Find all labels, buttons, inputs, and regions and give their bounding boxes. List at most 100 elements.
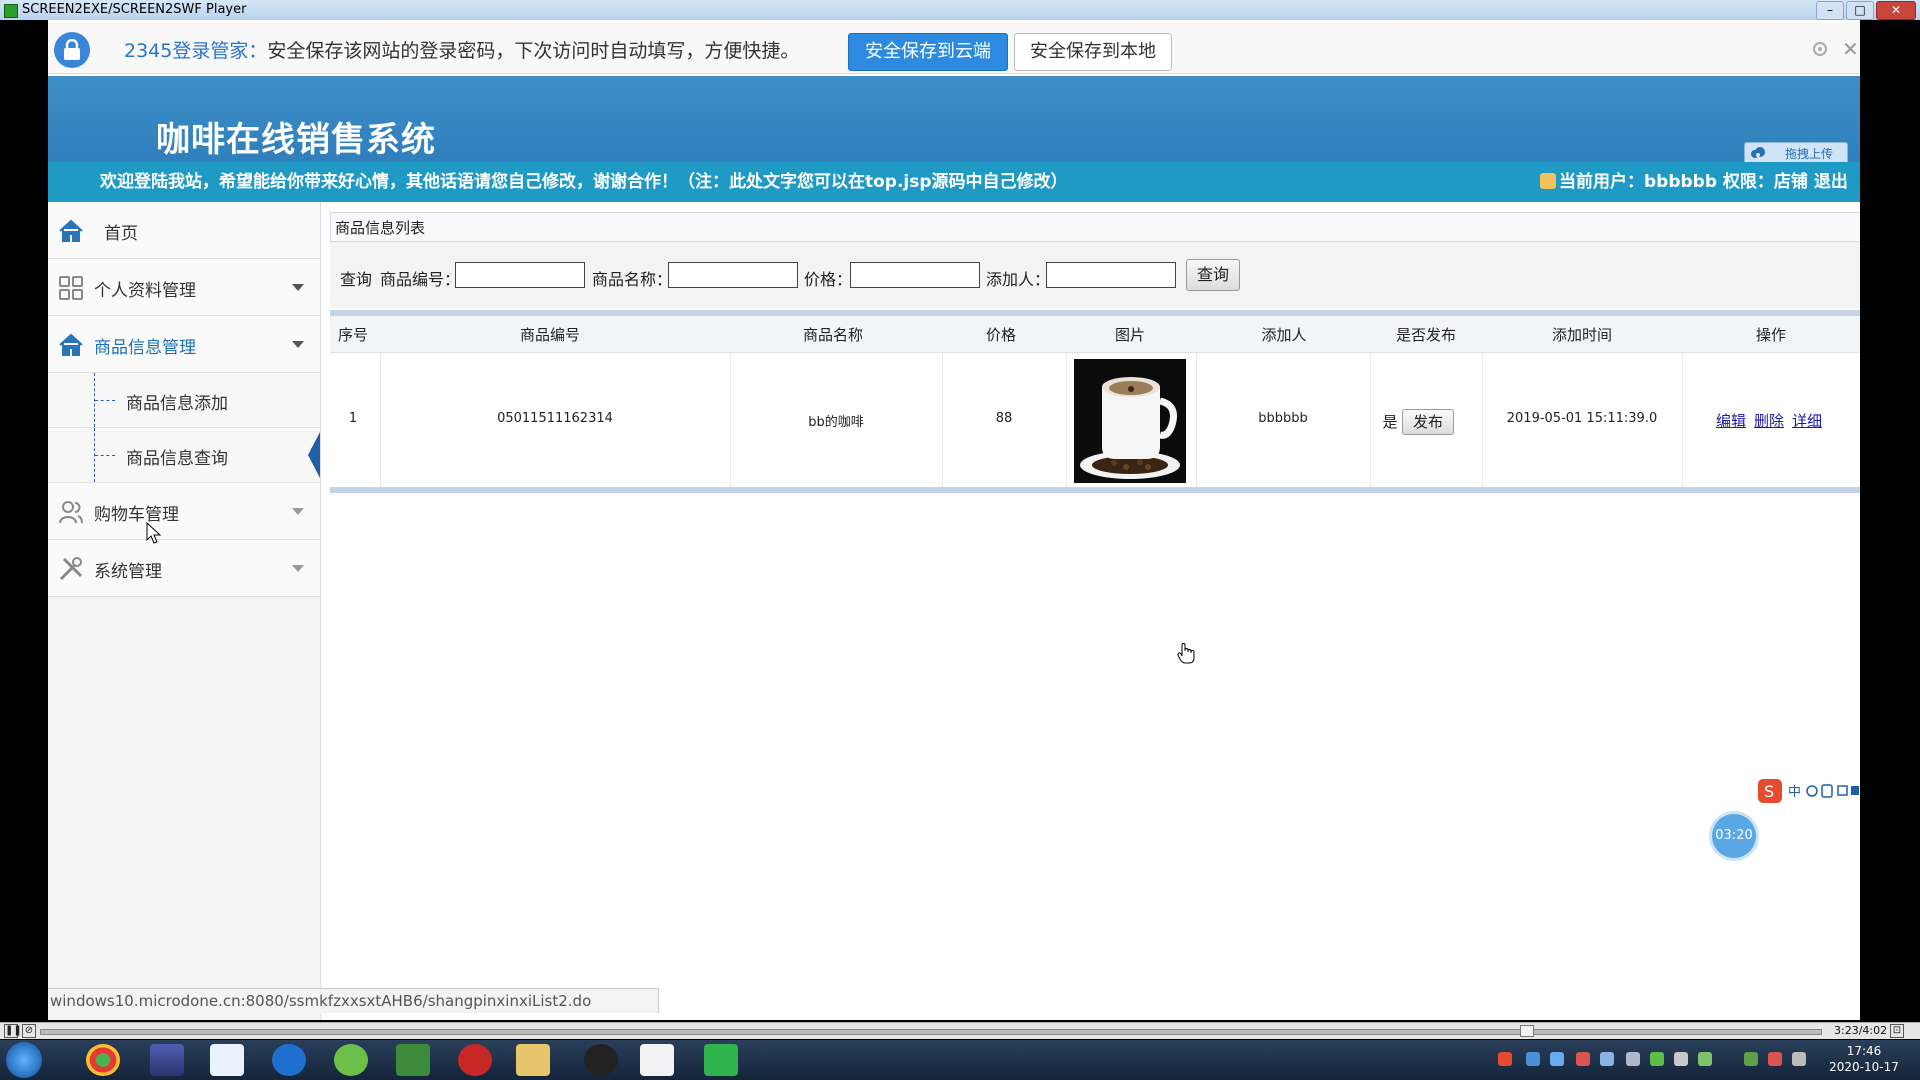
minimize-button[interactable]: – xyxy=(1816,1,1844,20)
sidebar-item-products[interactable]: 商品信息管理 xyxy=(48,316,320,373)
sidebar-item-profile[interactable]: 个人资料管理 xyxy=(48,259,320,316)
column-header: 价格 xyxy=(985,326,1016,344)
notify-text: 安全保存该网站的登录密码，下次访问时自动填写，方便快捷。 xyxy=(267,40,800,62)
password-manager-bar: 2345登录管家：安全保存该网站的登录密码，下次访问时自动填写，方便快捷。 安全… xyxy=(48,23,1860,74)
chrome-icon[interactable] xyxy=(86,1044,120,1076)
stop-button[interactable]: ⊘ xyxy=(22,1024,36,1038)
maximize-button[interactable]: □ xyxy=(1846,1,1874,20)
notification-icon[interactable] xyxy=(1792,1052,1806,1066)
sidebar-subitem-label: 商品信息添加 xyxy=(126,394,228,414)
wechat-icon[interactable] xyxy=(640,1044,674,1076)
seek-handle[interactable] xyxy=(1520,1025,1534,1037)
svg-text:S: S xyxy=(1764,782,1774,801)
current-user-info[interactable]: 当前用户：bbbbbb 权限：店铺 退出 xyxy=(1540,162,1848,202)
ime-tray-icon[interactable] xyxy=(1498,1052,1512,1066)
mouse-cursor-icon xyxy=(146,522,162,544)
browser-viewport: 2345登录管家：安全保存该网站的登录密码，下次访问时自动填写，方便快捷。 安全… xyxy=(48,20,1860,1020)
close-window-button[interactable]: ✕ xyxy=(1876,1,1916,20)
tray-icon[interactable] xyxy=(1626,1052,1640,1066)
name-label: 商品名称： xyxy=(592,270,673,289)
fullscreen-button[interactable]: ⊡ xyxy=(1890,1024,1904,1038)
player-app-icon[interactable] xyxy=(704,1044,738,1076)
sidebar-item-label: 系统管理 xyxy=(94,562,162,582)
product-image[interactable] xyxy=(1074,359,1186,483)
recording-timer: 03:20 xyxy=(1712,814,1756,858)
notify-brand: 2345登录管家： xyxy=(124,40,268,62)
app-header: 咖啡在线销售系统 拖拽上传 xyxy=(48,76,1860,166)
baidu-netdisk-icon[interactable] xyxy=(210,1044,244,1076)
sidebar-item-label: 购物车管理 xyxy=(94,505,179,525)
sidebar-item-cart[interactable]: 购物车管理 xyxy=(48,483,320,540)
qq-icon[interactable] xyxy=(584,1044,618,1076)
chevron-down-icon xyxy=(292,565,304,572)
close-icon[interactable]: ✕ xyxy=(1842,39,1859,59)
table-row: 1 05011511162314 bb的咖啡 88 bbbbbb 是 发布 20… xyxy=(330,353,1860,487)
tray-icon[interactable] xyxy=(1768,1052,1782,1066)
save-to-local-button[interactable]: 安全保存到本地 xyxy=(1014,33,1172,71)
chevron-down-icon xyxy=(292,284,304,291)
taskbar: 17:46 2020-10-17 xyxy=(0,1040,1920,1080)
tools-icon xyxy=(59,557,83,581)
sidebar-subitem-add-product[interactable]: 商品信息添加 xyxy=(48,373,320,428)
cell-product-name: bb的咖啡 xyxy=(808,415,864,430)
sidebar-item-label: 商品信息管理 xyxy=(94,338,196,358)
pause-button[interactable]: ❚❚ xyxy=(4,1024,22,1038)
sidebar-subitem-query-product[interactable]: 商品信息查询 xyxy=(48,428,320,483)
tray-icon[interactable] xyxy=(1526,1052,1540,1066)
app-icon[interactable] xyxy=(396,1044,430,1076)
sidebar: 首页 个人资料管理 商品信息管理 商品信息添加 商品信息查询 购物车管理 系统管… xyxy=(48,202,321,1020)
file-explorer-icon[interactable] xyxy=(516,1044,550,1076)
app-title: 咖啡在线销售系统 xyxy=(156,120,436,160)
tray-icon[interactable] xyxy=(1550,1052,1564,1066)
chevron-down-icon xyxy=(292,341,304,348)
ime-toolbar[interactable]: S 中 xyxy=(1758,778,1860,804)
column-divider xyxy=(1370,353,1371,487)
grid-icon xyxy=(59,276,83,300)
tray-icon[interactable] xyxy=(1744,1052,1758,1066)
network-icon[interactable] xyxy=(1698,1052,1712,1066)
wechat-tray-icon[interactable] xyxy=(1650,1052,1664,1066)
status-url: windows10.microdone.cn:8080/ssmkfzxxsxtA… xyxy=(48,988,659,1013)
tree-connector xyxy=(94,373,115,427)
browser-icon[interactable] xyxy=(272,1044,306,1076)
adder-input[interactable] xyxy=(1046,262,1176,288)
sidebar-item-system[interactable]: 系统管理 xyxy=(48,540,320,597)
taskbar-clock[interactable]: 17:46 2020-10-17 xyxy=(1826,1043,1902,1075)
column-header: 添加时间 xyxy=(1551,326,1612,344)
volume-icon[interactable] xyxy=(1674,1052,1688,1066)
query-label: 查询 xyxy=(340,270,373,289)
product-code-input[interactable] xyxy=(455,262,585,288)
delete-link[interactable]: 删除 xyxy=(1754,410,1784,431)
column-header: 添加人 xyxy=(1261,326,1307,344)
cell-index: 1 xyxy=(348,411,358,426)
notify-message: 2345登录管家：安全保存该网站的登录密码，下次访问时自动填写，方便快捷。 xyxy=(124,36,799,63)
edit-link[interactable]: 编辑 xyxy=(1716,410,1746,431)
home-icon xyxy=(59,333,83,356)
column-divider xyxy=(1066,353,1067,487)
flash-icon[interactable] xyxy=(458,1044,492,1076)
table-bottom-border xyxy=(330,487,1860,493)
tray-icon[interactable] xyxy=(1576,1052,1590,1066)
publish-button[interactable]: 发布 xyxy=(1402,409,1454,435)
chevron-down-icon xyxy=(292,508,304,515)
price-input[interactable] xyxy=(850,262,980,288)
column-header: 图片 xyxy=(1114,326,1145,344)
start-button[interactable] xyxy=(6,1042,42,1078)
product-name-input[interactable] xyxy=(668,262,798,288)
panel-title: 商品信息列表 xyxy=(335,219,426,237)
app-icon[interactable] xyxy=(334,1044,368,1076)
gear-icon[interactable] xyxy=(1810,39,1830,59)
detail-link[interactable]: 详细 xyxy=(1792,410,1822,431)
app-icon[interactable] xyxy=(150,1044,184,1076)
panel-header: 商品信息列表 xyxy=(330,212,1860,243)
shield-icon[interactable] xyxy=(1600,1052,1614,1066)
query-button[interactable]: 查询 xyxy=(1186,259,1240,291)
sidebar-item-home[interactable]: 首页 xyxy=(48,202,320,259)
sidebar-item-label: 个人资料管理 xyxy=(94,281,196,301)
clock-time: 17:46 xyxy=(1846,1044,1882,1058)
lock-icon xyxy=(54,32,90,68)
code-label: 商品编号： xyxy=(380,270,461,289)
cell-adder: bbbbbb xyxy=(1258,411,1308,426)
save-to-cloud-button[interactable]: 安全保存到云端 xyxy=(848,33,1008,71)
seek-track[interactable] xyxy=(40,1029,1822,1035)
